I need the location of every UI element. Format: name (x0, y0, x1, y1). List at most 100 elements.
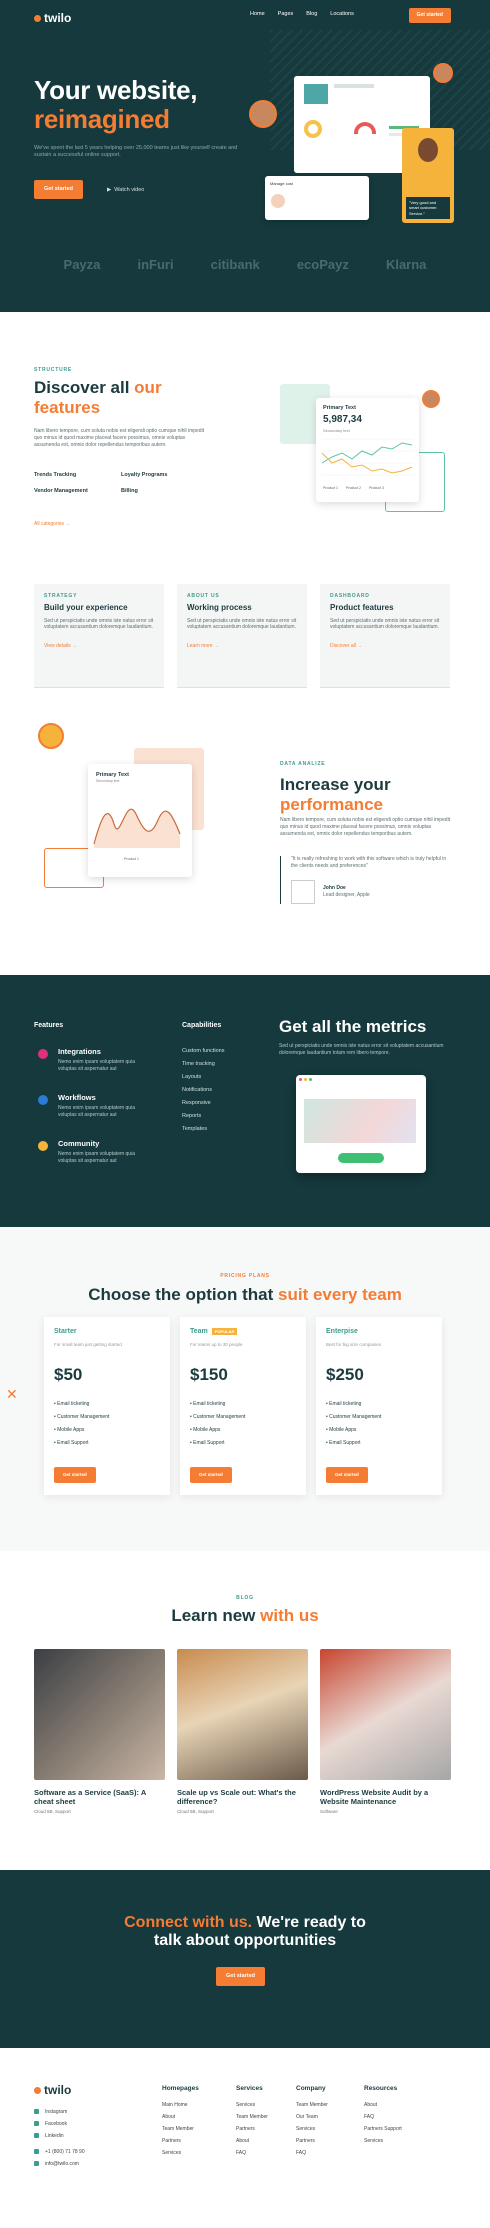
capability-item[interactable]: Time tracking (182, 1058, 225, 1071)
nav-locations[interactable]: Locations (330, 11, 354, 18)
section-eyebrow: BLOG (236, 1595, 254, 1601)
capability-item[interactable]: Notifications (182, 1084, 225, 1097)
capability-item[interactable]: Reports (182, 1110, 225, 1123)
plan-get-started-button[interactable]: Get started (54, 1466, 96, 1483)
avatar (249, 100, 277, 128)
author-photo (291, 879, 315, 904)
post-image (320, 1649, 451, 1780)
top-nav: twilo Home Pages Blog Locations Get star… (0, 8, 490, 26)
watch-video-link[interactable]: ▶ Watch video (107, 187, 144, 194)
feature-item: Trends Tracking (34, 472, 77, 478)
nav-home[interactable]: Home (250, 11, 265, 18)
section-title: Discover all our features (34, 378, 162, 417)
hero-title: Your website, reimagined (34, 75, 198, 135)
popular-badge: POPULAR (211, 1328, 238, 1336)
features-section: STRUCTURE Discover all our features Nam l… (0, 312, 490, 548)
feature-workflows: Workflows Nemo enim ipsam voluptatem quia… (58, 1093, 135, 1118)
blog-post[interactable]: Scale up vs Scale out: What's the differ… (177, 1649, 308, 1815)
linkedin-link[interactable]: Linkedin (34, 2130, 85, 2142)
logo-klarna: Klarna (385, 257, 427, 272)
line-chart (321, 439, 414, 476)
avatar (422, 390, 440, 408)
hero-get-started-button[interactable]: Get started (34, 180, 84, 200)
nav-get-started-button[interactable]: Get started (408, 8, 451, 23)
section-eyebrow: PRICING PLANS (220, 1273, 270, 1279)
feature-community: Community Nemo enim ipsam voluptatem quia… (58, 1139, 135, 1164)
section-eyebrow: DATA ANALIZE (280, 761, 326, 767)
feature-item: Loyalty Programs (121, 472, 168, 478)
footer-logo[interactable]: twilo (34, 2082, 71, 2098)
logo-citibank: citibank (210, 257, 260, 272)
blog-post[interactable]: Software as a Service (SaaS): A cheat sh… (34, 1649, 165, 1815)
hero-subtitle: We've spent the last 5 years helping ove… (34, 145, 238, 159)
facebook-icon (34, 2121, 39, 2127)
phone-icon (34, 2149, 39, 2155)
footer-col-services: Services Services Team Member Partners About… (236, 2085, 268, 2156)
features-heading: Features (34, 1022, 64, 1029)
footer-col-homepages: Homepages Main Home About Team Member Partne… (162, 2085, 199, 2156)
section-title: Get all the metrics (279, 1017, 427, 1036)
cta-section: Connect with us. We're ready to talk abou… (0, 1870, 490, 2048)
plan-card: Enterpise Best for big size companies $250… (316, 1317, 442, 1495)
footer-col-company: Company Team Member Our Team Services Partne… (296, 2085, 328, 2156)
community-icon (38, 1141, 48, 1151)
cta-get-started-button[interactable]: Get started (216, 1967, 266, 1987)
manage-cost-card: Manage cost (265, 176, 369, 220)
metrics-section: Features Capabilities Integrations Nemo e… (0, 975, 490, 1227)
avatar (38, 723, 64, 749)
wave-chart-card: Primary Text Secondary text Product 1 (44, 748, 204, 888)
section-title: Increase your performance (280, 775, 391, 814)
all-categories-link[interactable]: All categories → (34, 521, 70, 528)
logo-ecopayz: ecoPayz (296, 257, 349, 272)
feature-card: STRATEGY Build your experience Sed ut pers… (34, 584, 164, 688)
blog-posts: Software as a Service (SaaS): A cheat sh… (34, 1649, 451, 1815)
phone-link[interactable]: +1 (800) 71 78 90 (34, 2146, 85, 2158)
feature-item: Billing (121, 488, 138, 495)
facebook-link[interactable]: Facebook (34, 2118, 85, 2130)
section-title: Choose the option that suit every team (88, 1285, 402, 1304)
section-text: Sed ut perspiciatis unde omnis iste natu… (279, 1043, 444, 1056)
nav-pages[interactable]: Pages (278, 11, 294, 18)
feature-cards: STRATEGY Build your experience Sed ut pers… (34, 584, 450, 688)
capabilities-list: Custom functions Time tracking Layouts N… (182, 1045, 225, 1136)
pricing-section: PRICING PLANS Choose the option that sui… (0, 1227, 490, 1551)
logo-dot-icon (34, 14, 41, 22)
browser-mockup (296, 1075, 426, 1173)
card-value: 5,987,34 (323, 414, 362, 426)
feature-list: Trends Tracking Loyalty Programs Vendor … (34, 472, 201, 496)
blog-post[interactable]: WordPress Website Audit by a Website Mai… (320, 1649, 451, 1815)
linkedin-icon (34, 2133, 39, 2139)
capability-item[interactable]: Layouts (182, 1071, 225, 1084)
capability-item[interactable]: Templates (182, 1123, 225, 1136)
nav-blog[interactable]: Blog (306, 11, 317, 18)
card-title: Primary Text (323, 405, 356, 411)
email-link[interactable]: info@twilo.com (34, 2158, 85, 2170)
capability-item[interactable]: Responsive (182, 1097, 225, 1110)
section-eyebrow: STRUCTURE (34, 367, 73, 373)
partner-logos: Payza inFuri citibank ecoPayz Klarna (0, 256, 490, 274)
footer-contacts: Instagram Facebook Linkedin +1 (800) 71 … (34, 2106, 85, 2170)
decor-x-icon: ✕ (6, 1386, 18, 1402)
plan-card: Team POPULAR For teams up to 30 people $150… (180, 1317, 306, 1495)
card-link[interactable]: Learn more → (187, 643, 297, 650)
blog-section: BLOG Learn new with us Software as a Ser… (0, 1551, 490, 1870)
logo-payza: Payza (63, 257, 101, 272)
instagram-link[interactable]: Instagram (34, 2106, 85, 2118)
line-chart-card: Primary Text 5,987,34 Secondary text Pro… (280, 382, 445, 512)
section-title: Learn new with us (171, 1606, 319, 1625)
cta-title: Connect with us. We're ready to talk abou… (124, 1914, 366, 1950)
card-link[interactable]: Discover all → (330, 643, 440, 650)
chart-legend: Product 1 Product 2 Product 3 (323, 486, 384, 491)
area-chart (93, 808, 181, 849)
capability-item[interactable]: Custom functions (182, 1045, 225, 1058)
capabilities-heading: Capabilities (182, 1022, 222, 1029)
brand-logo[interactable]: twilo (34, 10, 71, 26)
instagram-icon (34, 2109, 39, 2115)
plan-get-started-button[interactable]: Get started (190, 1466, 232, 1483)
plan-get-started-button[interactable]: Get started (326, 1466, 368, 1483)
logo-infuri: inFuri (137, 257, 174, 272)
card-link[interactable]: View details → (44, 643, 154, 650)
post-image (177, 1649, 308, 1780)
section-text: Nam libero tempore, cum soluta nobis est… (34, 428, 205, 448)
post-image (34, 1649, 165, 1780)
